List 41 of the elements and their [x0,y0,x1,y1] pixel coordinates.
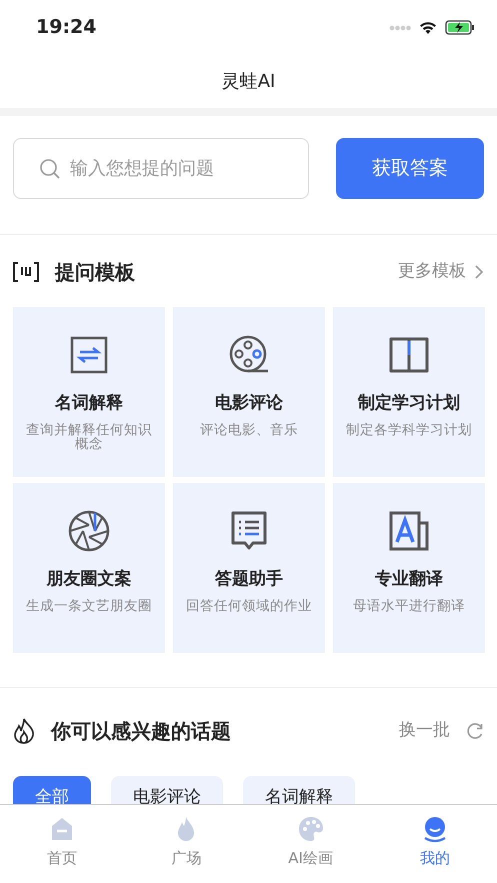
template-card[interactable]: 朋友圈文案 生成一条文艺朋友圈 [13,483,165,653]
search-field[interactable]: 输入您想提的问题 [13,138,309,199]
more-templates-link[interactable]: 更多模板 [398,259,484,285]
template-card[interactable]: 名词解释 查询并解释任何知识概念 [13,307,165,477]
get-answer-button[interactable]: 获取答案 [336,138,484,199]
template-description: 评论电影、音乐 [199,422,299,438]
tab-item[interactable]: 广场 [124,815,248,870]
template-description: 查询并解释任何知识概念 [25,422,153,452]
template-card[interactable]: 专业翻译 母语水平进行翻译 [333,483,485,653]
smiley-icon [422,816,448,843]
page-title: 灵蛙AI [222,70,276,94]
refresh-link[interactable]: 换一批 [399,718,484,744]
template-icon [13,262,39,282]
tab-item[interactable]: 我的 [372,815,497,870]
template-description: 制定各学科学习计划 [345,422,473,438]
template-description: 回答任何领域的作业 [185,598,313,614]
template-title: 朋友圈文案 [46,568,132,591]
template-card[interactable]: 制定学习计划 制定各学科学习计划 [333,307,485,477]
template-title: 制定学习计划 [356,392,461,415]
battery-icon [445,20,475,35]
signal-icon [389,24,411,30]
aperture-icon [67,509,111,553]
template-card[interactable]: 电影评论 评论电影、音乐 [173,307,325,477]
chevron-right-icon [474,264,484,280]
section-title: 你可以感兴趣的话题 [51,718,231,745]
flame-icon [13,718,35,744]
wifi-icon [419,20,437,34]
template-description: 生成一条文艺朋友圈 [25,598,153,614]
tab-item[interactable]: 首页 [0,815,124,870]
refresh-icon [466,722,484,740]
template-description: 母语水平进行翻译 [352,598,466,614]
template-title: 答题助手 [214,568,284,591]
section-title: 提问模板 [55,259,135,286]
translate-icon [387,509,431,553]
status-time: 19:24 [36,15,96,40]
palette-icon [298,816,324,843]
template-title: 专业翻译 [374,568,444,591]
template-title: 名词解释 [54,392,124,415]
template-title: 电影评论 [214,392,284,415]
tab-item[interactable]: AI绘画 [248,815,373,870]
template-card[interactable]: 答题助手 回答任何领域的作业 [173,483,325,653]
